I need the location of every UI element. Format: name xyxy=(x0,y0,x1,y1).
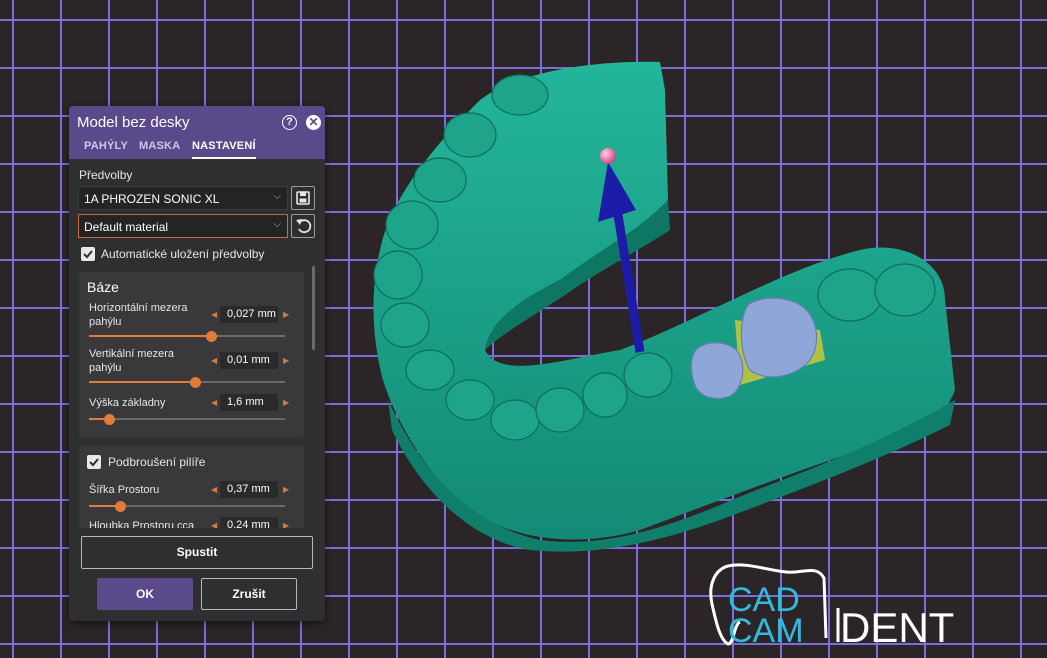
undo-icon xyxy=(296,219,312,234)
scrollbar[interactable] xyxy=(312,266,315,350)
material-select[interactable]: Default material ⌵ xyxy=(78,214,288,238)
base-group: Báze Horizontální mezera pahýlu ◀ 0,027 … xyxy=(79,272,304,437)
checkmark-icon xyxy=(89,458,99,467)
grinding-group: Podbroušení pilíře Šířka Prostoru ◀ 0,37… xyxy=(79,446,304,528)
space-width-slider[interactable] xyxy=(89,501,285,512)
increment-icon[interactable]: ▶ xyxy=(283,521,289,528)
increment-icon[interactable]: ▶ xyxy=(283,356,289,365)
space-depth-label: Hloubka Prostoru cca xyxy=(89,520,195,528)
vertical-gap-input[interactable]: 0,01 mm xyxy=(220,352,278,369)
vertical-gap-slider[interactable] xyxy=(89,377,285,388)
close-icon[interactable]: ✕ xyxy=(306,115,321,130)
chevron-down-icon: ⌵ xyxy=(273,191,281,202)
tab-maska[interactable]: MASKA xyxy=(139,139,180,159)
base-title: Báze xyxy=(87,279,119,295)
dialog-title: Model bez desky xyxy=(77,114,190,131)
slider-thumb[interactable] xyxy=(205,331,217,342)
tab-bar: PAHÝLY MASKA NASTAVENÍ xyxy=(69,139,325,159)
floppy-disk-icon xyxy=(296,191,310,205)
slider-fill xyxy=(89,335,211,337)
model-dialog: Model bez desky ? ✕ PAHÝLY MASKA NASTAVE… xyxy=(69,106,325,621)
checkmark-icon xyxy=(83,250,93,259)
dental-model[interactable] xyxy=(373,61,955,552)
help-icon[interactable]: ? xyxy=(282,115,297,130)
tab-nastaveni[interactable]: NASTAVENÍ xyxy=(192,139,256,159)
horizontal-gap-slider[interactable] xyxy=(89,331,285,342)
cadcam-dent-logo: CAD CAM DENT xyxy=(709,563,954,648)
horizontal-gap-label: Horizontální mezera pahýlu xyxy=(89,302,188,328)
grinding-checkbox[interactable] xyxy=(87,455,101,469)
dialog-header: Model bez desky ? ✕ PAHÝLY MASKA NASTAVE… xyxy=(69,106,325,159)
base-height-slider[interactable] xyxy=(89,414,285,425)
slider-thumb[interactable] xyxy=(115,501,127,512)
horizontal-gap-input[interactable]: 0,027 mm xyxy=(220,306,278,323)
increment-icon[interactable]: ▶ xyxy=(283,310,289,319)
logo-word: DENT xyxy=(840,604,954,648)
space-depth-input[interactable]: 0,24 mm xyxy=(220,517,278,528)
presets-label: Předvolby xyxy=(79,168,133,182)
autosave-checkbox[interactable] xyxy=(81,247,95,261)
increment-icon[interactable]: ▶ xyxy=(283,398,289,407)
base-height-input[interactable]: 1,6 mm xyxy=(220,394,278,411)
decrement-icon[interactable]: ◀ xyxy=(211,485,217,494)
settings-scroll-area[interactable]: Báze Horizontální mezera pahýlu ◀ 0,027 … xyxy=(69,266,325,528)
preset-value: 1A PHROZEN SONIC XL xyxy=(84,192,220,206)
reset-material-button[interactable] xyxy=(291,214,315,238)
increment-icon[interactable]: ▶ xyxy=(283,485,289,494)
slider-thumb[interactable] xyxy=(189,377,201,388)
tab-pahyly[interactable]: PAHÝLY xyxy=(84,139,128,159)
space-width-input[interactable]: 0,37 mm xyxy=(220,481,278,498)
decrement-icon[interactable]: ◀ xyxy=(211,521,217,528)
decrement-icon[interactable]: ◀ xyxy=(211,310,217,319)
logo-line2: CAM xyxy=(728,612,804,648)
base-height-label: Výška základny xyxy=(89,397,166,409)
save-preset-button[interactable] xyxy=(291,186,315,210)
run-button[interactable]: Spustit xyxy=(81,536,313,569)
autosave-label: Automatické uložení předvolby xyxy=(101,247,265,261)
material-value: Default material xyxy=(84,220,169,234)
grinding-label: Podbroušení pilíře xyxy=(108,455,206,469)
decrement-icon[interactable]: ◀ xyxy=(211,356,217,365)
axis-handle[interactable] xyxy=(600,148,616,164)
cancel-button[interactable]: Zrušit xyxy=(201,578,297,610)
vertical-gap-label: Vertikální mezera pahýlu xyxy=(89,348,174,374)
preset-select[interactable]: 1A PHROZEN SONIC XL ⌵ xyxy=(78,186,288,210)
chevron-down-icon: ⌵ xyxy=(273,219,281,230)
ok-button[interactable]: OK xyxy=(97,578,193,610)
space-width-label: Šířka Prostoru xyxy=(89,484,160,496)
slider-thumb[interactable] xyxy=(103,414,115,425)
decrement-icon[interactable]: ◀ xyxy=(211,398,217,407)
slider-fill xyxy=(89,381,195,383)
